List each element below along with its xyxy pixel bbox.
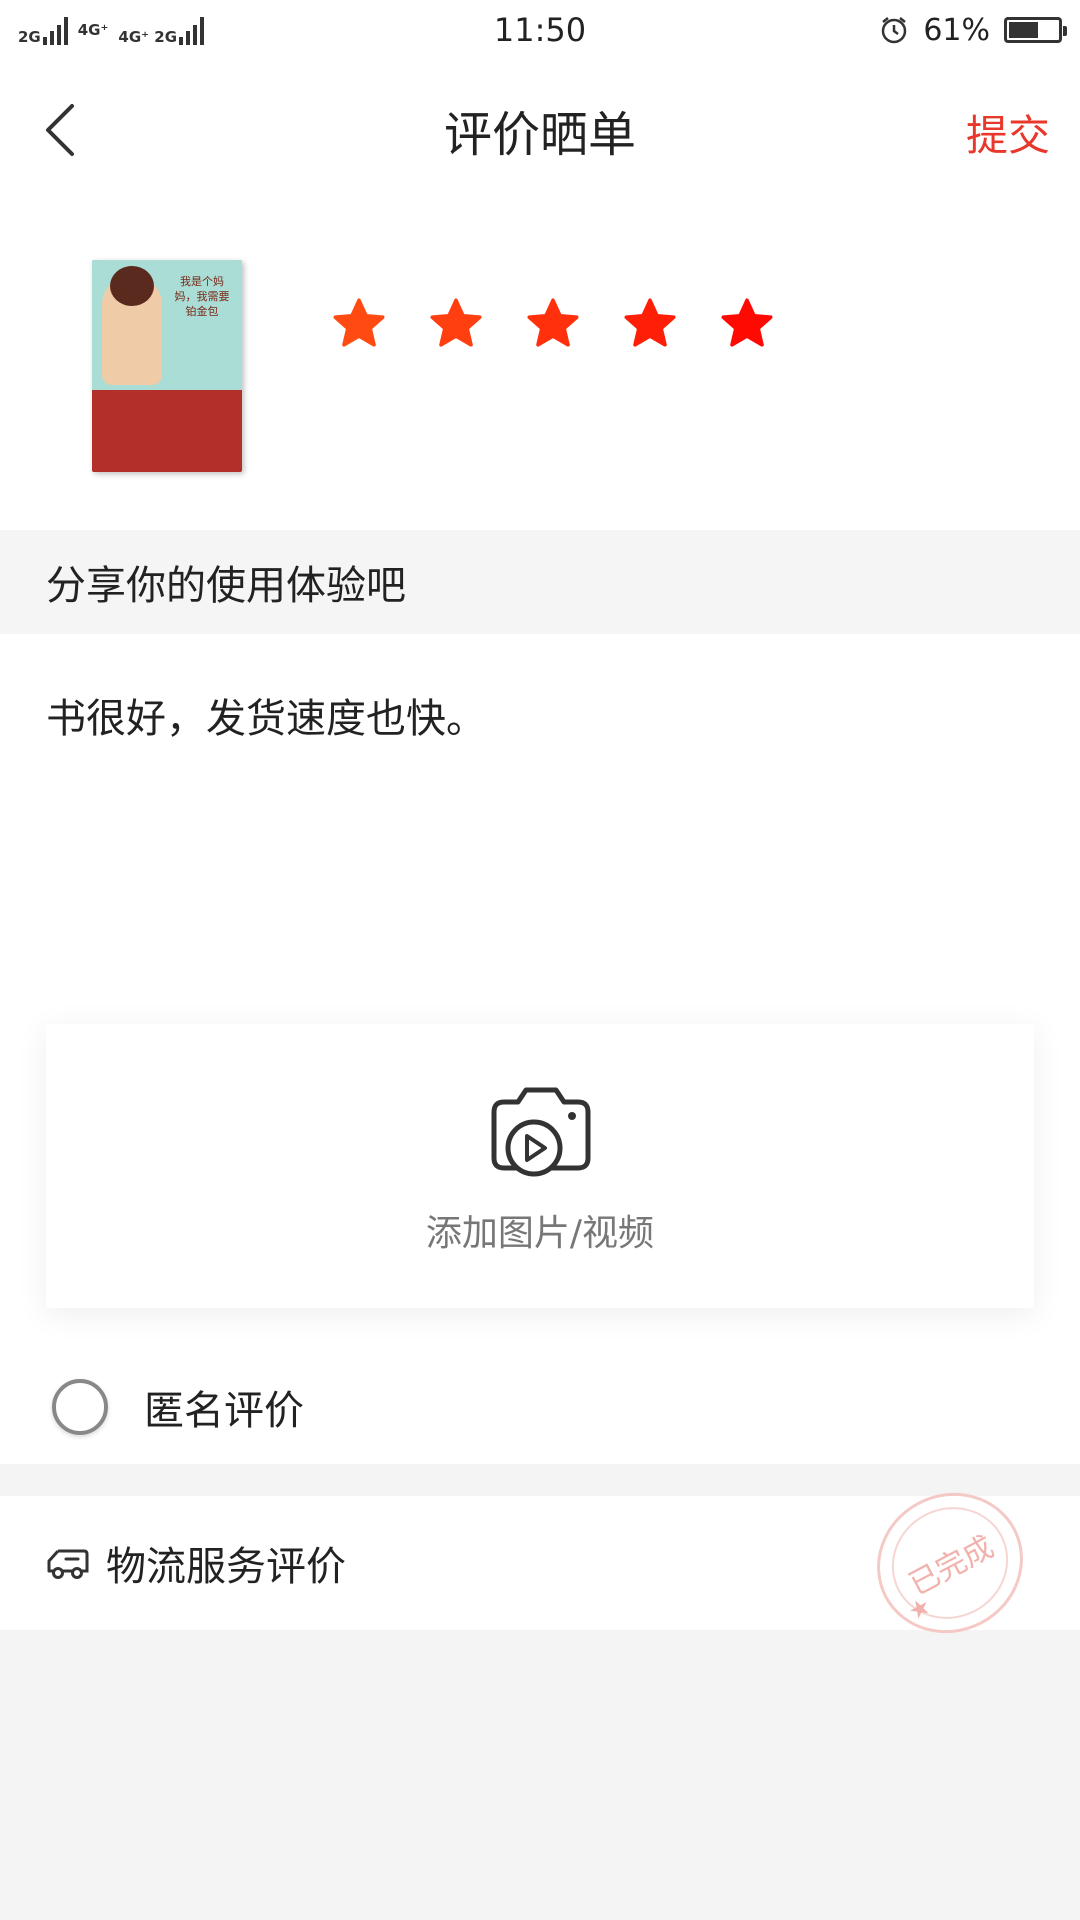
star-icon[interactable] xyxy=(718,295,776,353)
nav-header: 评价晒单 提交 xyxy=(0,60,1080,200)
review-textarea[interactable]: 书很好，发货速度也快。 xyxy=(46,686,486,744)
status-right: 61% xyxy=(762,12,1067,48)
star-icon[interactable] xyxy=(524,295,582,353)
alarm-icon xyxy=(882,17,907,44)
share-prompt: 分享你的使用体验吧 xyxy=(0,530,1080,634)
network-label-2: 4G⁺ xyxy=(77,20,109,39)
add-media-button[interactable]: 添加图片/视频 xyxy=(46,1024,1034,1308)
signal-icon xyxy=(42,15,68,45)
review-area: 书很好，发货速度也快。 添加图片/视频 匿名评价 xyxy=(0,634,1080,1464)
star-rating[interactable] xyxy=(330,295,776,353)
battery-fill xyxy=(1009,22,1039,38)
book-cover-title: 我是个妈妈，我需要铂金包 xyxy=(174,275,230,318)
add-media-label: 添加图片/视频 xyxy=(425,1213,655,1254)
book-cover-image[interactable]: 我是个妈妈，我需要铂金包 xyxy=(92,260,242,472)
truck-icon xyxy=(47,1549,89,1579)
status-left: 2G 4G⁺ 4G⁺ 2G xyxy=(18,15,318,45)
anonymous-option[interactable]: 匿名评价 xyxy=(52,1378,304,1436)
battery-percent: 61% xyxy=(923,12,990,48)
signal-2g: 2G xyxy=(18,15,68,45)
signal-4g: 4G⁺ xyxy=(77,20,109,39)
page-title: 评价晒单 xyxy=(443,107,636,163)
star-icon[interactable] xyxy=(621,295,679,353)
signal-icon xyxy=(179,15,205,45)
anonymous-radio[interactable] xyxy=(52,1379,108,1435)
network-label-3: 4G⁺ 2G xyxy=(118,28,178,46)
star-icon[interactable] xyxy=(330,295,388,353)
product-section: 我是个妈妈，我需要铂金包 xyxy=(0,200,1080,530)
logistics-label: 物流服务评价 xyxy=(106,1544,346,1590)
camera-video-icon xyxy=(491,1087,591,1177)
status-bar: 2G 4G⁺ 4G⁺ 2G 11:50 61% xyxy=(0,0,1080,60)
stamp-text: 已完成 xyxy=(903,1529,1000,1603)
battery-icon xyxy=(1004,17,1067,43)
submit-button[interactable]: 提交 xyxy=(966,102,1050,163)
status-time: 11:50 xyxy=(493,11,587,49)
network-label-1: 2G xyxy=(18,28,41,46)
signal-4g-2g: 4G⁺ 2G xyxy=(118,15,205,46)
star-icon[interactable] xyxy=(427,295,485,353)
back-arrow-icon[interactable] xyxy=(40,98,100,162)
anonymous-label: 匿名评价 xyxy=(144,1388,304,1434)
